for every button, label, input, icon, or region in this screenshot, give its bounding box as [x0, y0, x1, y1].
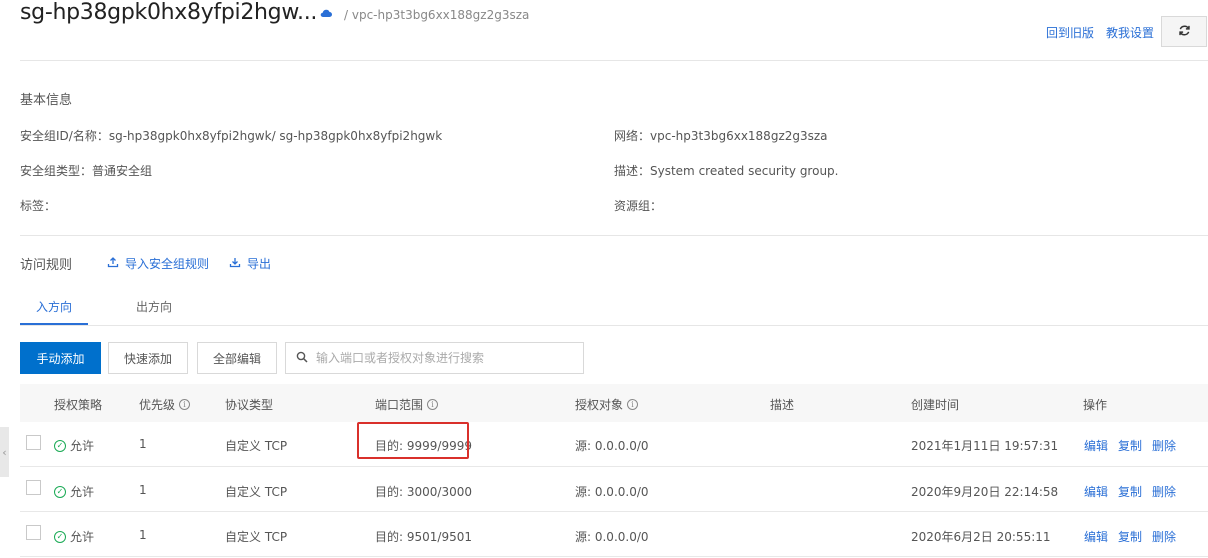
refresh-button[interactable]: [1161, 16, 1207, 47]
page-title: sg-hp38gpk0hx8yfpi2hgw...: [20, 0, 318, 25]
info-icon[interactable]: i: [427, 399, 439, 410]
row-checkbox[interactable]: [26, 525, 41, 540]
export-button[interactable]: 导出: [229, 255, 271, 272]
edit-all-button[interactable]: 全部编辑: [197, 342, 277, 374]
created-cell: 2020年9月20日 22:14:58: [911, 485, 1059, 499]
row-checkbox[interactable]: [26, 480, 41, 495]
delete-link[interactable]: 删除: [1152, 483, 1176, 500]
quick-add-button[interactable]: 快速添加: [108, 342, 188, 374]
delete-link[interactable]: 删除: [1152, 437, 1176, 454]
protocol-cell: 自定义 TCP: [225, 485, 288, 499]
tab-outbound[interactable]: 出方向: [136, 298, 172, 315]
upload-icon: [107, 256, 119, 271]
divider: [20, 235, 1208, 236]
column-header-created: 创建时间: [911, 398, 960, 412]
tab-inbound[interactable]: 入方向: [36, 298, 72, 315]
search-icon: [296, 351, 308, 366]
search-box[interactable]: [285, 342, 584, 374]
description-info: 描述：System created security group.: [614, 164, 839, 178]
export-label: 导出: [247, 257, 272, 271]
source-cell: 源: 0.0.0.0/0: [575, 439, 649, 453]
edit-link[interactable]: 编辑: [1084, 437, 1108, 454]
priority-cell: 1: [139, 528, 147, 542]
policy-allow: ✓ 允许: [54, 437, 94, 454]
priority-cell: 1: [139, 483, 147, 497]
search-input[interactable]: [316, 351, 566, 365]
security-group-type: 安全组类型：普通安全组: [20, 164, 153, 178]
check-circle-icon: ✓: [54, 485, 66, 498]
row-divider: [20, 466, 1208, 467]
resource-group-info: 资源组：: [614, 199, 663, 213]
column-header-policy: 授权策略: [54, 398, 103, 412]
info-icon[interactable]: i: [627, 399, 639, 410]
check-circle-icon: ✓: [54, 530, 66, 543]
created-cell: 2021年1月11日 19:57:31: [911, 439, 1059, 453]
column-header-description: 描述: [770, 398, 795, 412]
delete-link[interactable]: 删除: [1152, 528, 1176, 545]
column-header-port: 端口范围 i: [375, 396, 439, 413]
divider: [20, 60, 1208, 61]
tutorial-link[interactable]: 教我设置: [1106, 24, 1154, 41]
protocol-cell: 自定义 TCP: [225, 530, 288, 544]
edit-link[interactable]: 编辑: [1084, 483, 1108, 500]
import-rules-label: 导入安全组规则: [125, 257, 210, 271]
access-rules-title: 访问规则: [20, 258, 73, 273]
breadcrumb[interactable]: / vpc-hp3t3bg6xx188gz2g3sza: [344, 8, 529, 22]
info-icon[interactable]: i: [179, 399, 191, 410]
row-divider: [20, 511, 1208, 512]
port-cell: 目的: 9501/9501: [375, 530, 472, 544]
edit-link[interactable]: 编辑: [1084, 528, 1108, 545]
column-header-actions: 操作: [1083, 398, 1108, 412]
copy-link[interactable]: 复制: [1118, 528, 1142, 545]
manual-add-button[interactable]: 手动添加: [20, 342, 101, 374]
column-header-source: 授权对象 i: [575, 396, 639, 413]
basic-info-title: 基本信息: [20, 93, 73, 108]
source-cell: 源: 0.0.0.0/0: [575, 485, 649, 499]
collapse-handle[interactable]: ‹: [0, 427, 9, 477]
import-rules-button[interactable]: 导入安全组规则: [107, 255, 209, 272]
policy-allow: ✓ 允许: [54, 528, 94, 545]
column-header-priority: 优先级 i: [139, 396, 191, 413]
protocol-cell: 自定义 TCP: [225, 439, 288, 453]
refresh-icon: [1178, 24, 1191, 40]
copy-link[interactable]: 复制: [1118, 437, 1142, 454]
cloud-icon: [320, 8, 332, 21]
source-cell: 源: 0.0.0.0/0: [575, 530, 649, 544]
row-checkbox[interactable]: [26, 435, 41, 450]
back-to-old-version-link[interactable]: 回到旧版: [1046, 24, 1094, 41]
highlight-box: [357, 422, 469, 459]
chevron-left-icon: ‹: [2, 445, 7, 459]
column-header-protocol: 协议类型: [225, 398, 274, 412]
security-group-id: 安全组ID/名称：sg-hp38gpk0hx8yfpi2hgwk/ sg-hp3…: [20, 129, 443, 143]
port-cell: 目的: 3000/3000: [375, 485, 472, 499]
check-circle-icon: ✓: [54, 439, 66, 452]
tags-label: 标签：: [20, 199, 57, 213]
copy-link[interactable]: 复制: [1118, 483, 1142, 500]
network-info: 网络：vpc-hp3t3bg6xx188gz2g3sza: [614, 129, 828, 143]
tabs-divider: [20, 325, 1208, 326]
row-divider: [20, 556, 1208, 557]
export-icon: [229, 256, 241, 271]
policy-allow: ✓ 允许: [54, 483, 94, 500]
created-cell: 2020年6月2日 20:55:11: [911, 530, 1051, 544]
priority-cell: 1: [139, 437, 147, 451]
